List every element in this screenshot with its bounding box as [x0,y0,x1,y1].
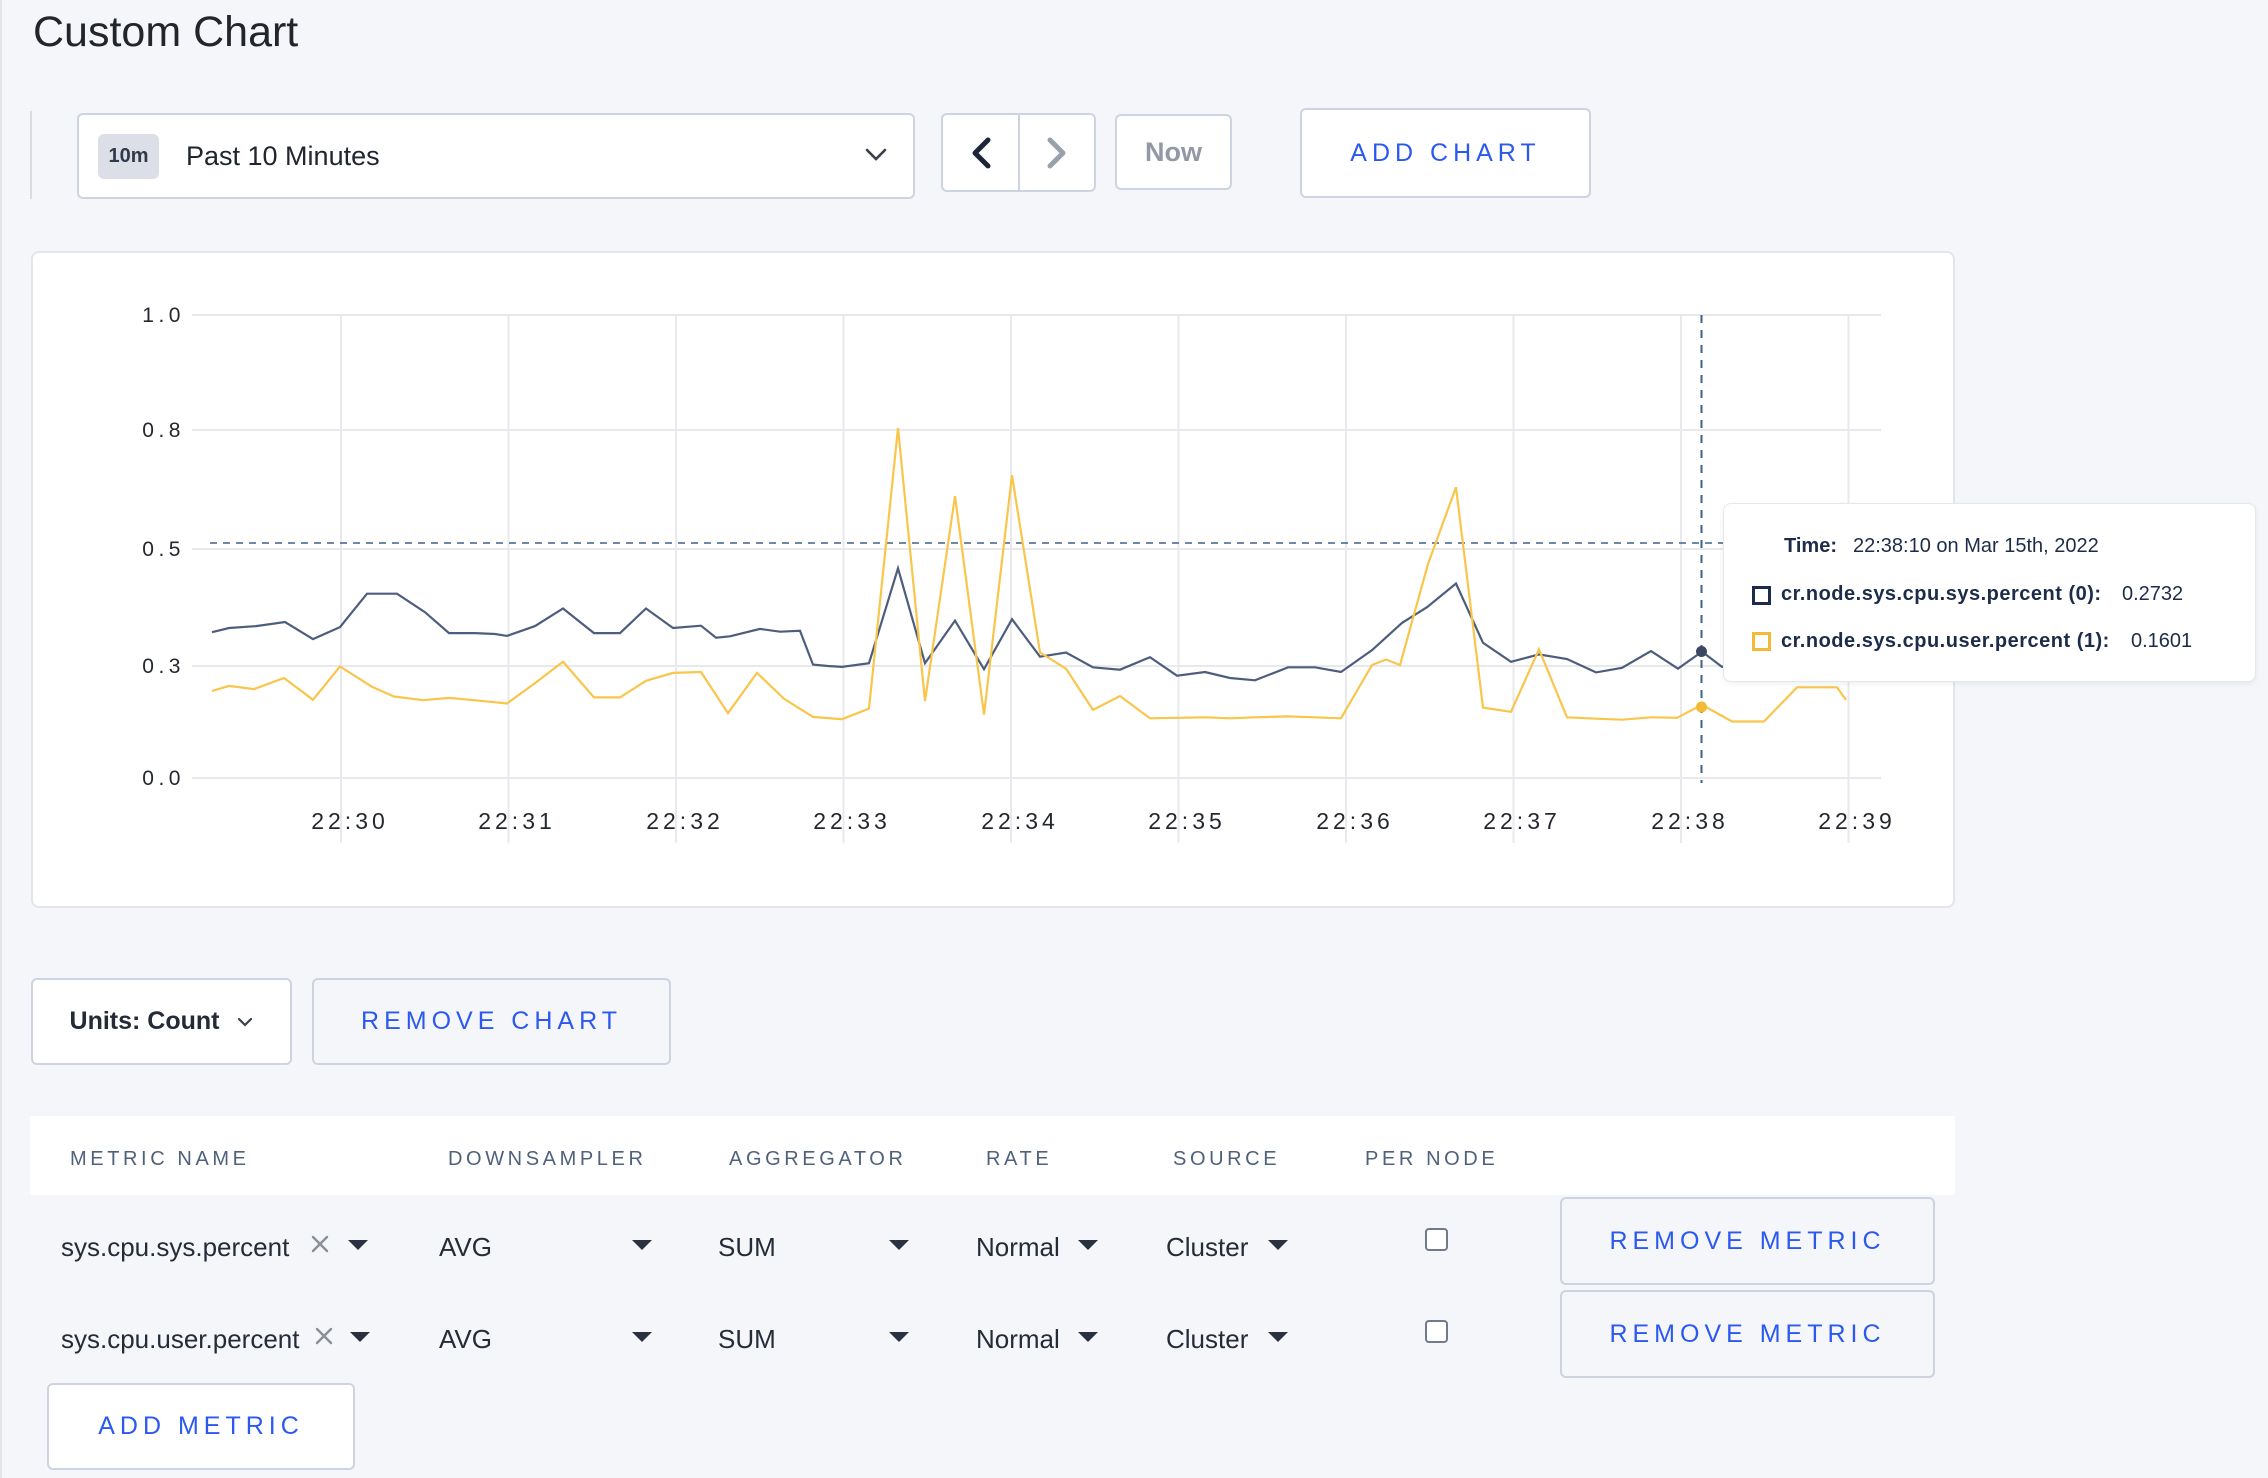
svg-text:0.3: 0.3 [142,655,185,678]
svg-text:1.0: 1.0 [142,304,185,327]
svg-text:0.0: 0.0 [142,767,185,790]
svg-text:22:38: 22:38 [1651,808,1729,834]
svg-text:22:37: 22:37 [1483,808,1561,834]
svg-text:0.5: 0.5 [142,538,185,561]
svg-text:22:33: 22:33 [813,808,891,834]
svg-text:22:32: 22:32 [646,808,724,834]
svg-text:22:30: 22:30 [311,808,389,834]
svg-text:22:39: 22:39 [1818,808,1896,834]
svg-text:22:34: 22:34 [981,808,1059,834]
svg-text:22:31: 22:31 [478,808,556,834]
svg-text:22:36: 22:36 [1316,808,1394,834]
svg-text:0.8: 0.8 [142,419,185,442]
svg-text:22:35: 22:35 [1148,808,1226,834]
